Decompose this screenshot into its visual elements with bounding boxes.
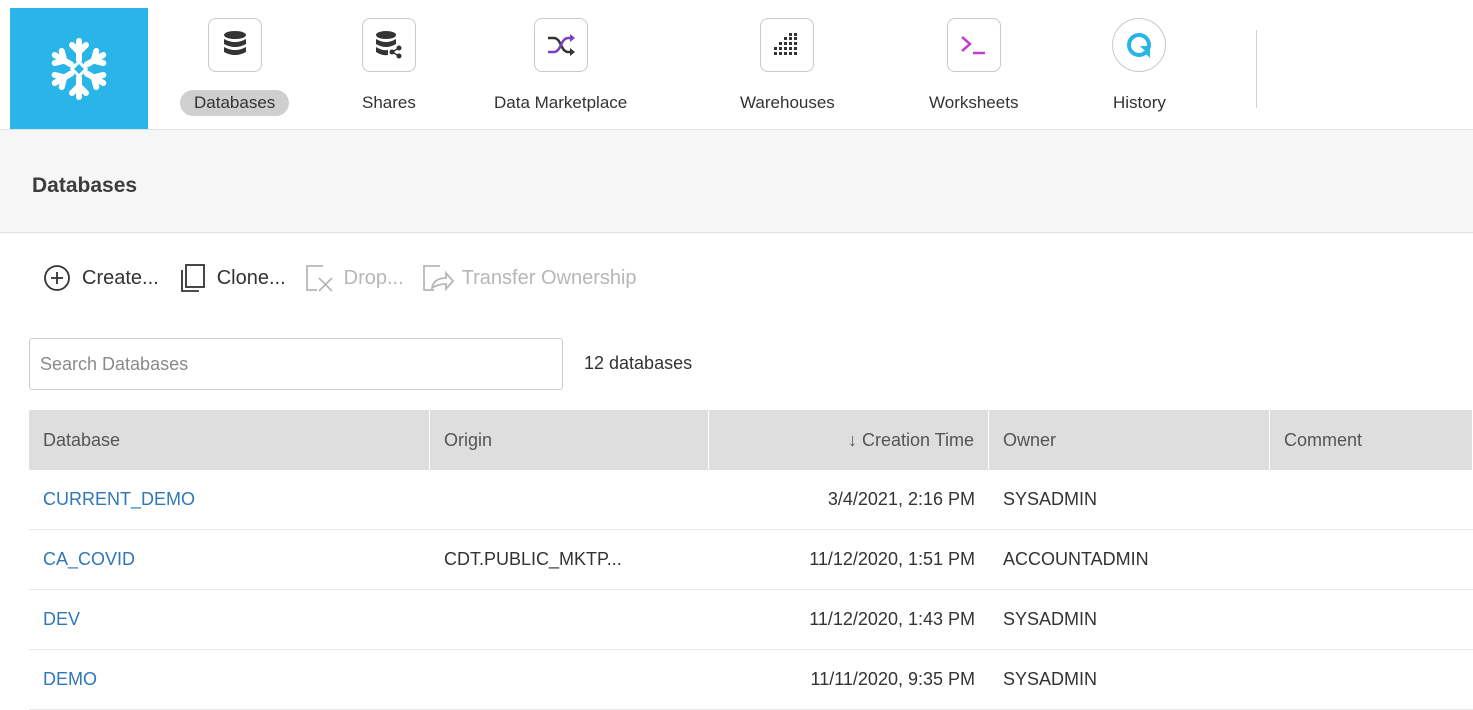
page-header: Databases (0, 130, 1473, 233)
creation-time-cell: 11/11/2020, 9:35 PM (810, 669, 975, 689)
history-icon (1112, 18, 1167, 72)
creation-time-cell: 3/4/2021, 2:16 PM (827, 489, 975, 509)
database-name-link[interactable]: CA_COVID (29, 530, 430, 589)
database-name-link[interactable]: CURRENT_DEMO (29, 470, 430, 529)
page-title: Databases (32, 174, 138, 197)
creation-time-cell: 11/12/2020, 1:43 PM (809, 609, 975, 629)
shuffle-icon (533, 18, 588, 72)
top-nav-bar: Databases Shares Data Marketplace Wareho… (0, 8, 1473, 130)
nav-label: Warehouses (740, 93, 835, 112)
table-row[interactable]: CA_COVID CDT.PUBLIC_MKTP... 11/12/2020, … (29, 530, 1473, 590)
origin-cell (430, 650, 709, 709)
snowflake-logo-icon[interactable] (10, 8, 148, 129)
comment-cell (1270, 590, 1473, 649)
toolbar: Create... Clone... Drop... Transfer Owne… (40, 258, 653, 298)
nav-label: Data Marketplace (494, 93, 628, 112)
database-icon (207, 18, 262, 72)
nav-item-worksheets[interactable]: Worksheets (915, 18, 1032, 122)
nav-label: History (1113, 93, 1166, 112)
column-header-owner[interactable]: Owner (989, 410, 1270, 470)
table-row[interactable]: DEV 11/12/2020, 1:43 PM SYSADMIN (29, 590, 1473, 650)
nav-divider (1256, 30, 1257, 108)
creation-time-cell: 11/12/2020, 1:51 PM (809, 549, 975, 569)
comment-cell (1270, 650, 1473, 709)
comment-cell (1270, 470, 1473, 529)
transfer-ownership-button[interactable]: Transfer Ownership (420, 261, 637, 295)
clone-label: Clone... (216, 266, 286, 289)
database-name-link[interactable]: DEV (29, 590, 430, 649)
nav-label: Worksheets (929, 93, 1019, 112)
origin-cell (430, 470, 709, 529)
nav-item-shares[interactable]: Shares (348, 18, 430, 122)
database-count: 12 databases (584, 353, 693, 373)
origin-cell (430, 590, 709, 649)
transfer-label: Transfer Ownership (461, 266, 637, 289)
drop-button[interactable]: Drop... (302, 261, 404, 295)
table-row[interactable]: CURRENT_DEMO 3/4/2021, 2:16 PM SYSADMIN (29, 470, 1473, 530)
nav-label: Shares (362, 93, 416, 112)
copy-icon (175, 261, 209, 295)
column-header-comment[interactable]: Comment (1270, 410, 1473, 470)
origin-cell: CDT.PUBLIC_MKTP... (444, 549, 622, 569)
terminal-icon (946, 18, 1001, 72)
comment-cell (1270, 530, 1473, 589)
create-button[interactable]: Create... (40, 261, 159, 295)
clone-button[interactable]: Clone... (175, 261, 286, 295)
share-icon (361, 18, 416, 72)
column-header-database[interactable]: Database (29, 410, 430, 470)
nav-item-history[interactable]: History (1099, 18, 1180, 122)
nav-label: Databases (180, 90, 290, 116)
drop-icon (302, 261, 336, 295)
column-header-creation-time[interactable]: ↓ Creation Time (709, 410, 989, 470)
nav-item-data-marketplace[interactable]: Data Marketplace (480, 18, 641, 122)
warehouse-icon (760, 18, 815, 72)
databases-table: Database Origin ↓ Creation Time Owner Co… (29, 410, 1473, 710)
table-header: Database Origin ↓ Creation Time Owner Co… (29, 410, 1473, 470)
owner-cell: SYSADMIN (1003, 609, 1098, 629)
owner-cell: SYSADMIN (1003, 489, 1098, 509)
search-input[interactable] (29, 338, 563, 390)
database-name-link[interactable]: DEMO (29, 650, 430, 709)
create-label: Create... (82, 266, 159, 289)
column-header-origin[interactable]: Origin (430, 410, 709, 470)
owner-cell: ACCOUNTADMIN (1003, 549, 1149, 569)
table-row[interactable]: DEMO 11/11/2020, 9:35 PM SYSADMIN (29, 650, 1473, 710)
drop-label: Drop... (343, 266, 404, 289)
plus-circle-icon (40, 261, 74, 295)
transfer-icon (420, 261, 454, 295)
owner-cell: SYSADMIN (1003, 669, 1098, 689)
nav-item-warehouses[interactable]: Warehouses (726, 18, 849, 122)
nav-item-databases[interactable]: Databases (180, 18, 290, 122)
